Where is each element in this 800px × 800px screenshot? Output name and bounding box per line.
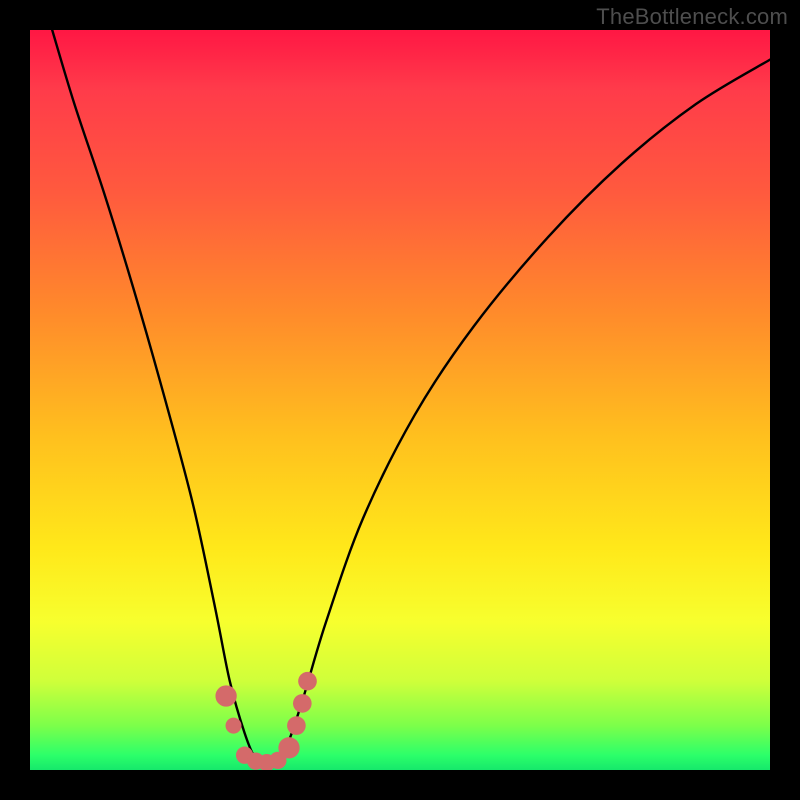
chart-overlay bbox=[30, 30, 770, 770]
curve-marker bbox=[298, 672, 317, 691]
watermark-text: TheBottleneck.com bbox=[596, 4, 788, 30]
curve-markers bbox=[215, 672, 316, 770]
curve-marker bbox=[226, 718, 242, 734]
curve-marker bbox=[293, 694, 312, 713]
curve-marker bbox=[215, 685, 236, 706]
curve-marker bbox=[278, 737, 299, 758]
bottleneck-curve bbox=[52, 30, 770, 764]
plot-area bbox=[30, 30, 770, 770]
curve-marker bbox=[287, 716, 306, 735]
chart-frame: TheBottleneck.com bbox=[0, 0, 800, 800]
